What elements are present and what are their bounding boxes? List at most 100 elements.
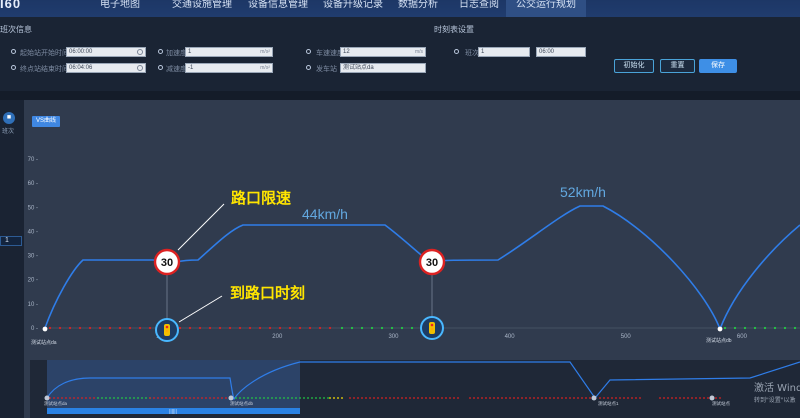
signal-red-dot bbox=[268, 326, 272, 330]
signal-green-dot bbox=[733, 326, 737, 330]
overview-signal-dot bbox=[639, 397, 641, 399]
overview-signal-dot bbox=[137, 397, 139, 399]
overview-window[interactable] bbox=[47, 360, 300, 410]
signal-red-dot bbox=[208, 326, 212, 330]
overview-signal-dot bbox=[715, 397, 717, 399]
overview-signal-dot bbox=[437, 397, 439, 399]
overview-signal-dot bbox=[473, 397, 475, 399]
overview-signal-dot bbox=[533, 397, 535, 399]
overview-signal-dot bbox=[659, 397, 661, 399]
y-tick-label: 40 - bbox=[28, 229, 38, 235]
overview-signal-dot bbox=[77, 397, 79, 399]
overview-signal-dot bbox=[703, 397, 705, 399]
overview-signal-dot bbox=[445, 397, 447, 399]
signal-red-dot bbox=[78, 326, 82, 330]
overview-signal-dot bbox=[243, 397, 245, 399]
overview-station-marker bbox=[228, 395, 234, 401]
overview-signal-dot bbox=[457, 397, 459, 399]
overview-signal-dot bbox=[315, 397, 317, 399]
overview-station-marker bbox=[709, 395, 715, 401]
overview-signal-dot bbox=[481, 397, 483, 399]
overview-signal-dot bbox=[161, 397, 163, 399]
speed-limit-value: 30 bbox=[426, 257, 438, 269]
overview-signal-dot bbox=[173, 397, 175, 399]
overview-signal-dot bbox=[153, 397, 155, 399]
callout-line bbox=[178, 295, 223, 323]
overview-signal-dot bbox=[631, 397, 633, 399]
segment-speed-label: 52km/h bbox=[560, 184, 606, 200]
y-tick-label: 30 - bbox=[28, 254, 38, 260]
overview-signal-dot bbox=[239, 397, 241, 399]
overview-signal-dot bbox=[85, 397, 87, 399]
arrival-callout: 到路口时刻 bbox=[230, 284, 305, 302]
overview-signal-dot bbox=[185, 397, 187, 399]
overview-signal-dot bbox=[453, 397, 455, 399]
overview-signal-dot bbox=[287, 397, 289, 399]
overview-signal-dot bbox=[303, 397, 305, 399]
overview-signal-dot bbox=[699, 397, 701, 399]
overview-station-label: 测试站点1 bbox=[598, 400, 619, 407]
overview-signal-dot bbox=[177, 397, 179, 399]
overview-signal-dot bbox=[357, 397, 359, 399]
overview-station-marker bbox=[44, 395, 50, 401]
overview-signal-dot bbox=[327, 397, 329, 399]
overview-signal-dot bbox=[493, 397, 495, 399]
overview-signal-dot bbox=[611, 397, 613, 399]
signal-green-dot bbox=[350, 326, 354, 330]
overview-signal-dot bbox=[405, 397, 407, 399]
overview-signal-dot bbox=[607, 397, 609, 399]
overview-signal-dot bbox=[401, 397, 403, 399]
overview-signal-dot bbox=[213, 397, 215, 399]
overview-signal-dot bbox=[333, 397, 335, 399]
overview-signal-dot bbox=[691, 397, 693, 399]
overview-signal-dot bbox=[449, 397, 451, 399]
overview-signal-dot bbox=[599, 397, 601, 399]
overview-signal-dot bbox=[441, 397, 443, 399]
signal-green-dot bbox=[753, 326, 757, 330]
speed-limit-callout: 路口限速 bbox=[231, 189, 291, 207]
signal-red-dot bbox=[218, 326, 222, 330]
overview-signal-dot bbox=[169, 397, 171, 399]
signal-red-dot bbox=[58, 326, 62, 330]
x-tick-label: 200 bbox=[272, 334, 283, 340]
overview-signal-dot bbox=[623, 397, 625, 399]
signal-red-dot bbox=[288, 326, 292, 330]
overview-signal-dot bbox=[397, 397, 399, 399]
overview-signal-dot bbox=[205, 397, 207, 399]
station-marker[interactable] bbox=[42, 326, 48, 332]
signal-green-dot bbox=[400, 326, 404, 330]
overview-signal-dot bbox=[133, 397, 135, 399]
overview-signal-dot bbox=[417, 397, 419, 399]
signal-green-dot bbox=[410, 326, 414, 330]
overview-signal-dot bbox=[585, 397, 587, 399]
signal-green-dot bbox=[390, 326, 394, 330]
overview-signal-dot bbox=[433, 397, 435, 399]
signal-green-dot bbox=[380, 326, 384, 330]
signal-green-dot bbox=[743, 326, 747, 330]
overview-signal-dot bbox=[381, 397, 383, 399]
overview-signal-dot bbox=[537, 397, 539, 399]
overview-signal-dot bbox=[225, 397, 227, 399]
overview-signal-dot bbox=[209, 397, 211, 399]
overview-signal-dot bbox=[513, 397, 515, 399]
overview-signal-dot bbox=[377, 397, 379, 399]
overview-signal-dot bbox=[365, 397, 367, 399]
overview-signal-dot bbox=[581, 397, 583, 399]
overview-signal-dot bbox=[635, 397, 637, 399]
overview-signal-dot bbox=[113, 397, 115, 399]
overview-signal-dot bbox=[719, 397, 721, 399]
overview-signal-dot bbox=[149, 397, 151, 399]
overview-signal-dot bbox=[577, 397, 579, 399]
signal-red-dot bbox=[68, 326, 72, 330]
overview-signal-dot bbox=[469, 397, 471, 399]
station-marker[interactable] bbox=[717, 326, 723, 332]
overview-signal-dot bbox=[217, 397, 219, 399]
overview-signal-dot bbox=[341, 397, 343, 399]
overview-signal-dot bbox=[157, 397, 159, 399]
overview-signal-dot bbox=[615, 397, 617, 399]
overview-signal-dot bbox=[695, 397, 697, 399]
overview-signal-dot bbox=[247, 397, 249, 399]
segment-speed-label: 44km/h bbox=[302, 206, 348, 222]
overview-signal-dot bbox=[565, 397, 567, 399]
overview-signal-dot bbox=[663, 397, 665, 399]
